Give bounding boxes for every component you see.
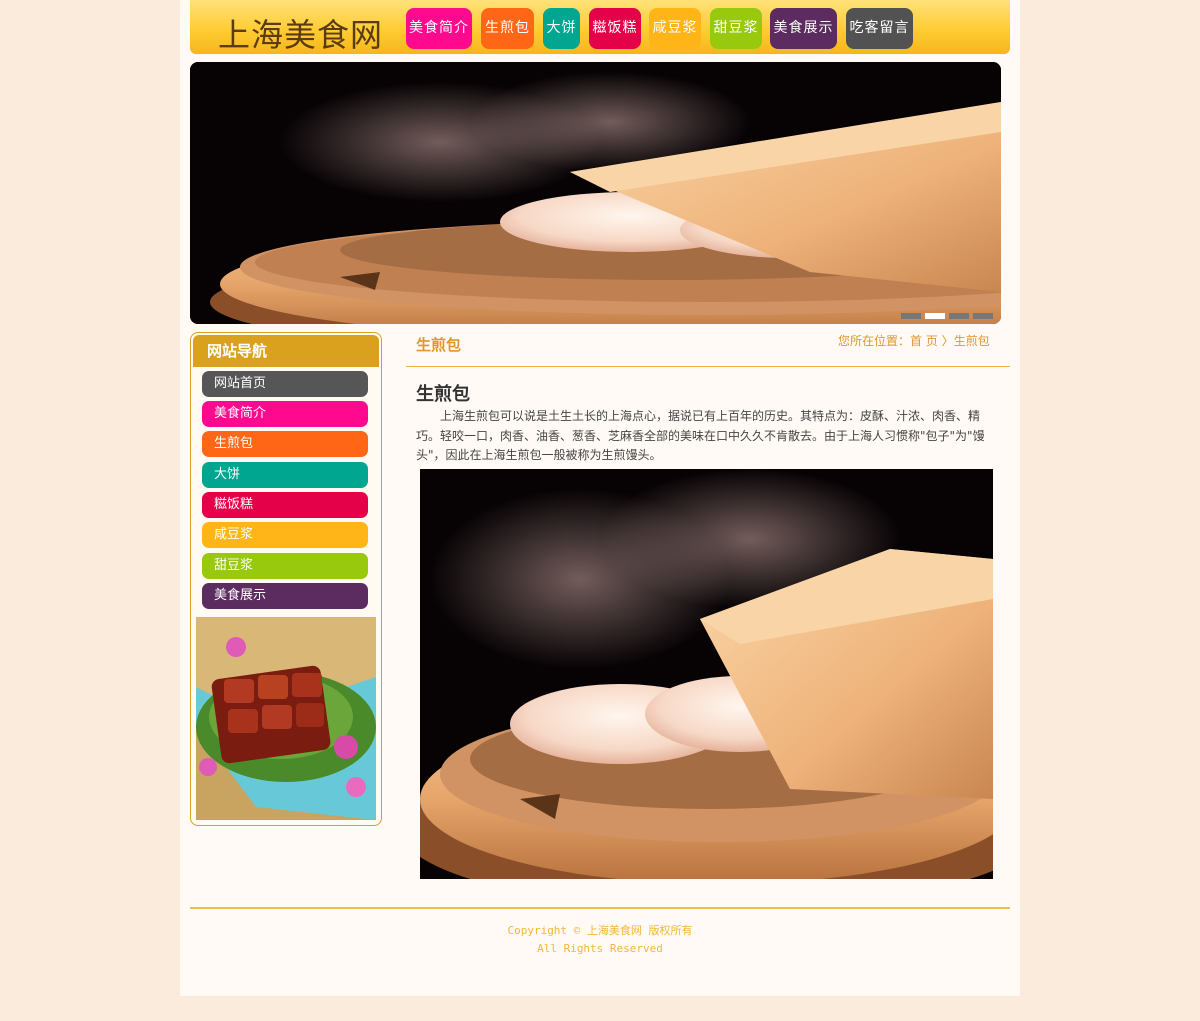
sidebar-item-cifangao[interactable]: 糍饭糕 xyxy=(202,492,368,518)
sidebar-item-dabing[interactable]: 大饼 xyxy=(202,462,368,488)
topnav-item-guestbook[interactable]: 吃客留言 xyxy=(846,8,913,49)
site-footer: Copyright © 上海美食网 版权所有 All Rights Reserv… xyxy=(190,922,1010,958)
sidebar-item-home[interactable]: 网站首页 xyxy=(202,371,368,397)
article-title: 生煎包 xyxy=(416,384,470,405)
sidebar-item-intro[interactable]: 美食简介 xyxy=(202,401,368,427)
footer-copyright: Copyright © 上海美食网 版权所有 xyxy=(507,924,693,937)
article-text: 上海生煎包可以说是土生土长的上海点心，据说已有上百年的历史。其特点为：皮酥、汁浓… xyxy=(416,409,985,462)
slide-dot-3[interactable] xyxy=(949,313,969,319)
section-title: 生煎包 xyxy=(416,336,462,354)
topnav-item-intro[interactable]: 美食简介 xyxy=(406,8,472,49)
footer-divider xyxy=(190,907,1010,909)
topnav-item-sweet-soymilk[interactable]: 甜豆浆 xyxy=(710,8,762,49)
breadcrumb-current: 生煎包 xyxy=(953,334,990,348)
breadcrumb-home-link[interactable]: 首 页 xyxy=(910,334,938,348)
content-divider xyxy=(406,366,1010,367)
slide-dot-4[interactable] xyxy=(973,313,993,319)
article-image xyxy=(420,469,993,879)
sidebar-item-shengjianbao[interactable]: 生煎包 xyxy=(202,431,368,457)
banner-image-dumplings xyxy=(190,62,1001,324)
breadcrumb-prefix: 您所在位置： xyxy=(838,334,911,348)
breadcrumb: 您所在位置：首 页 〉生煎包 xyxy=(838,332,990,349)
slide-dot-1[interactable] xyxy=(901,313,921,319)
slide-dot-2[interactable] xyxy=(925,313,945,319)
site-header: 上海美食网 美食简介 生煎包 大饼 糍饭糕 咸豆浆 甜豆浆 美食展示 吃客留言 xyxy=(190,0,1010,54)
topnav-item-showcase[interactable]: 美食展示 xyxy=(770,8,837,49)
sidebar-image-braised-pork xyxy=(196,617,376,820)
footer-rights: All Rights Reserved xyxy=(537,942,663,955)
topnav-item-cifangao[interactable]: 糍饭糕 xyxy=(589,8,641,49)
sidebar-title: 网站导航 xyxy=(193,335,379,367)
sidebar-item-showcase[interactable]: 美食展示 xyxy=(202,583,368,609)
topnav-item-dabing[interactable]: 大饼 xyxy=(543,8,580,49)
sidebar-navigation: 网站导航 网站首页 美食简介 生煎包 大饼 糍饭糕 咸豆浆 甜豆浆 美食展示 xyxy=(190,332,382,826)
topnav-item-shengjianbao[interactable]: 生煎包 xyxy=(481,8,534,49)
page-container: 上海美食网 美食简介 生煎包 大饼 糍饭糕 咸豆浆 甜豆浆 美食展示 吃客留言 xyxy=(180,0,1020,996)
site-logo[interactable]: 上海美食网 xyxy=(218,10,383,56)
sidebar-item-sweet-soymilk[interactable]: 甜豆浆 xyxy=(202,553,368,579)
banner-slideshow[interactable] xyxy=(190,62,1001,324)
sidebar-item-salty-soymilk[interactable]: 咸豆浆 xyxy=(202,522,368,548)
topnav-item-salty-soymilk[interactable]: 咸豆浆 xyxy=(649,8,701,49)
article-image-dumplings xyxy=(420,469,993,879)
breadcrumb-separator: 〉 xyxy=(941,334,954,348)
